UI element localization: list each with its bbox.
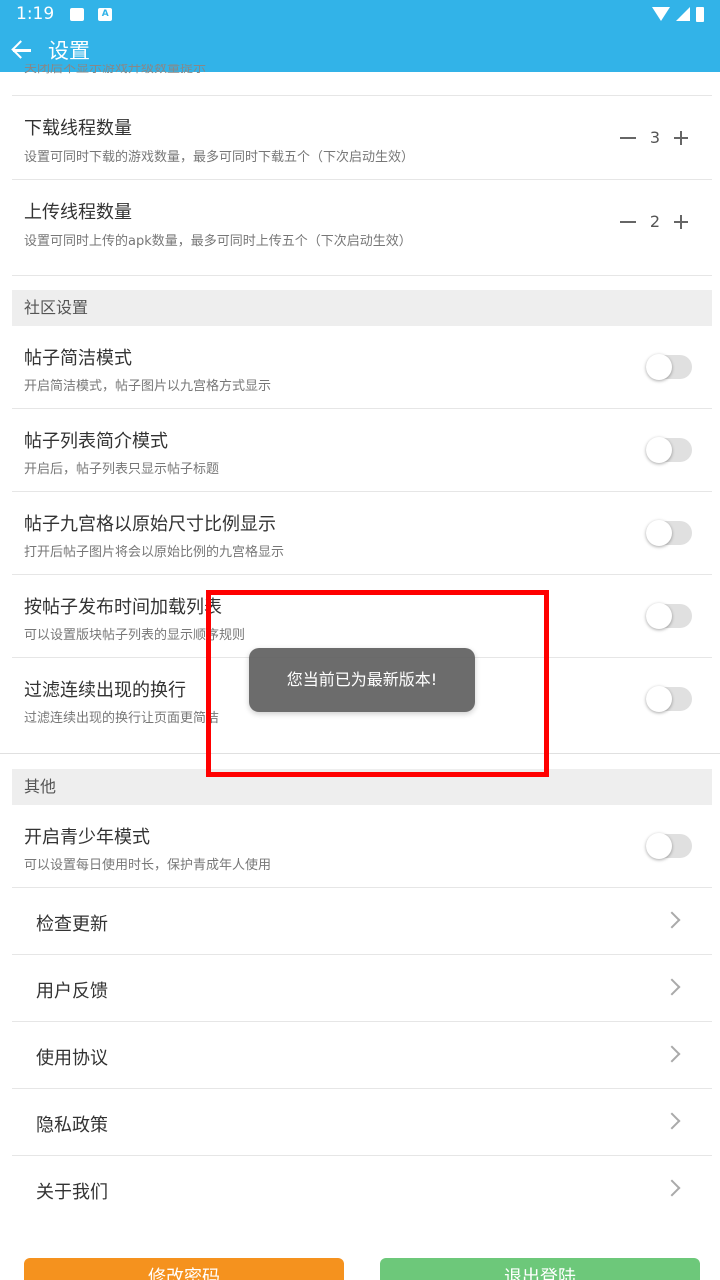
download-threads-title: 下载线程数量: [24, 118, 132, 139]
decrease-icon[interactable]: [619, 136, 636, 139]
setting-title: 过滤连续出现的换行: [24, 680, 186, 701]
download-threads-subtitle: 设置可同时下载的游戏数量，最多可同时下载五个（下次启动生效）: [24, 150, 415, 165]
setting-subtitle: 打开后帖子图片将会以原始比例的九宫格显示: [24, 545, 285, 560]
upload-threads-title: 上传线程数量: [24, 202, 132, 223]
decrease-icon[interactable]: [619, 220, 636, 223]
setting-subtitle: 开启后，帖子列表只显示帖子标题: [24, 462, 220, 477]
nav-item-label: 检查更新: [36, 914, 108, 935]
setting-subtitle: 开启简洁模式，帖子图片以九宫格方式显示: [24, 379, 272, 394]
chevron-right-icon: [663, 1045, 681, 1063]
divider: [12, 84, 712, 96]
status-bar: 1:19 A: [0, 0, 720, 28]
nav-item-label: 隐私政策: [36, 1115, 108, 1136]
toast-message: 您当前已为最新版本!: [249, 648, 475, 712]
chevron-right-icon: [663, 911, 681, 929]
teen-mode-title: 开启青少年模式: [24, 827, 150, 848]
nav-item-label: 使用协议: [36, 1048, 108, 1069]
nav-item-label: 关于我们: [36, 1182, 108, 1203]
increase-icon[interactable]: [674, 214, 688, 229]
nav-item-privacy[interactable]: 隐私政策: [12, 1089, 712, 1156]
wifi-icon: [652, 7, 670, 21]
download-threads-stepper: 3: [619, 128, 688, 147]
toggle-switch[interactable]: [646, 686, 692, 712]
download-threads-value: 3: [649, 128, 660, 147]
section-header-community: 社区设置: [12, 290, 712, 326]
chevron-right-icon: [663, 1112, 681, 1130]
teen-mode-row: 开启青少年模式 可以设置每日使用时长，保护青成年人使用: [12, 805, 712, 888]
battery-icon: [696, 6, 704, 22]
community-item-row: 帖子九宫格以原始尺寸比例显示 打开后帖子图片将会以原始比例的九宫格显示: [12, 492, 712, 575]
chevron-right-icon: [663, 1179, 681, 1197]
setting-title: 帖子九宫格以原始尺寸比例显示: [24, 514, 276, 535]
setting-title: 帖子列表简介模式: [24, 431, 168, 452]
toggle-switch[interactable]: [646, 603, 692, 629]
download-threads-row: 下载线程数量 设置可同时下载的游戏数量，最多可同时下载五个（下次启动生效） 3: [12, 96, 712, 180]
page-title: 设置: [48, 39, 90, 63]
upload-threads-subtitle: 设置可同时上传的apk数量，最多可同时上传五个（下次启动生效）: [24, 234, 412, 249]
logout-button[interactable]: 退出登陆: [380, 1258, 700, 1280]
signal-icon: [676, 7, 690, 21]
setting-title: 按帖子发布时间加载列表: [24, 597, 222, 618]
setting-title: 帖子简洁模式: [24, 348, 132, 369]
toggle-switch[interactable]: [646, 520, 692, 546]
nav-item-check-update[interactable]: 检查更新: [12, 888, 712, 955]
setting-subtitle: 过滤连续出现的换行让页面更简洁: [24, 711, 220, 726]
upload-threads-row: 上传线程数量 设置可同时上传的apk数量，最多可同时上传五个（下次启动生效） 2: [12, 180, 712, 276]
nav-item-label: 用户反馈: [36, 981, 108, 1002]
nav-item-terms[interactable]: 使用协议: [12, 1022, 712, 1089]
font-notification-icon: A: [98, 7, 113, 21]
community-item-row: 帖子列表简介模式 开启后，帖子列表只显示帖子标题: [12, 409, 712, 492]
chevron-right-icon: [663, 978, 681, 996]
teen-mode-subtitle: 可以设置每日使用时长，保护青成年人使用: [24, 858, 272, 873]
toggle-switch[interactable]: [646, 437, 692, 463]
community-item-row: 帖子简洁模式 开启简洁模式，帖子图片以九宫格方式显示: [12, 326, 712, 409]
increase-icon[interactable]: [674, 130, 688, 145]
image-notification-icon: [70, 7, 85, 21]
upload-threads-value: 2: [649, 212, 660, 231]
upload-threads-stepper: 2: [619, 212, 688, 231]
nav-item-feedback[interactable]: 用户反馈: [12, 955, 712, 1022]
teen-mode-toggle[interactable]: [646, 833, 692, 859]
toggle-switch[interactable]: [646, 354, 692, 380]
status-time: 1:19: [16, 4, 55, 24]
nav-item-about[interactable]: 关于我们: [12, 1156, 712, 1223]
change-password-button[interactable]: 修改密码: [24, 1258, 344, 1280]
back-arrow-icon[interactable]: [10, 38, 34, 62]
clipped-subtitle: 关闭后不显示游戏升级数量提示: [24, 64, 207, 76]
